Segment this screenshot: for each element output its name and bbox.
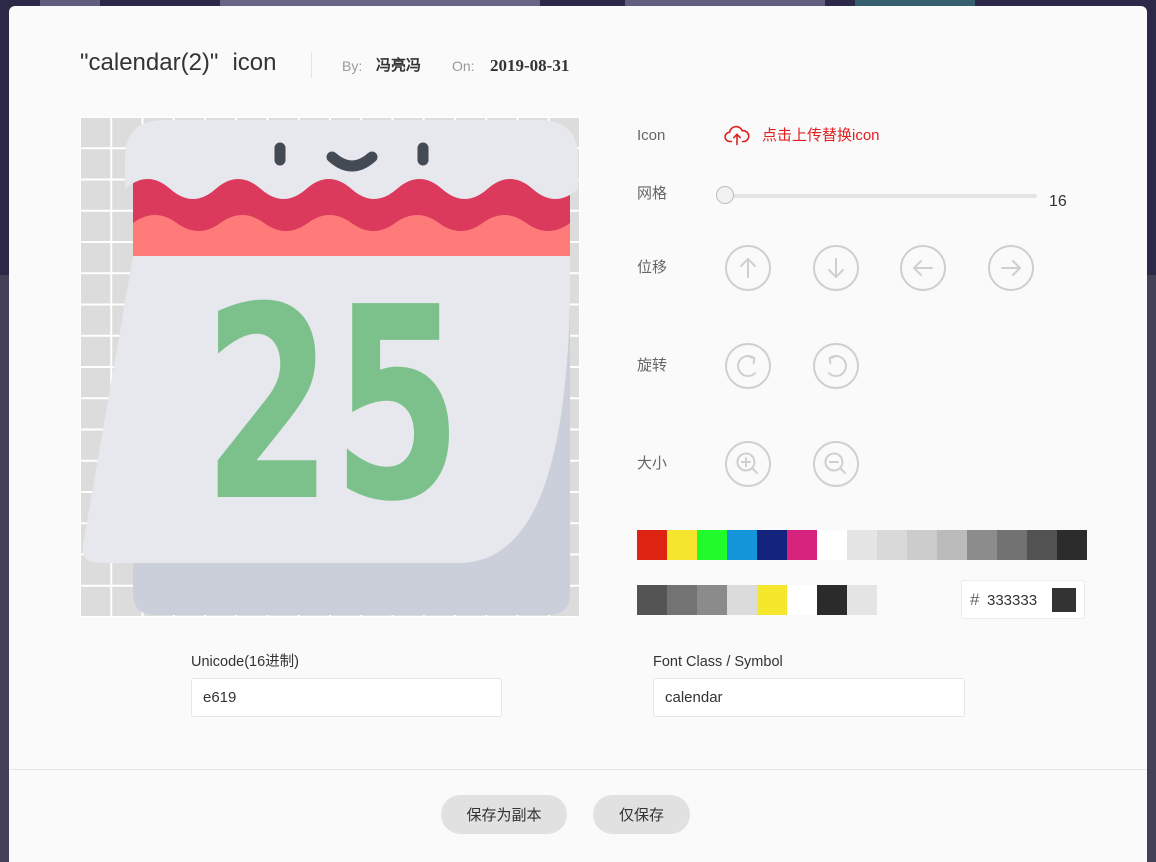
arrow-down-icon [813, 245, 859, 291]
save-as-copy-button[interactable]: 保存为副本 [441, 795, 567, 834]
color-swatch[interactable] [787, 585, 817, 615]
icon-edit-dialog: "calendar(2)" icon By: 冯亮冯 On: 2019-08-3… [9, 6, 1147, 862]
color-swatch[interactable] [637, 530, 667, 560]
zoom-in-button[interactable] [725, 441, 771, 487]
header-divider [311, 52, 312, 78]
grid-slider-track[interactable] [718, 194, 1037, 198]
move-left-button[interactable] [900, 245, 946, 291]
move-up-button[interactable] [725, 245, 771, 291]
calendar-icon: 25 [82, 120, 578, 615]
color-swatch[interactable] [757, 585, 787, 615]
zoom-out-button[interactable] [813, 441, 859, 487]
color-swatch[interactable] [667, 585, 697, 615]
grid-label: 网格 [637, 185, 668, 202]
icon-name: "calendar(2)" [80, 49, 219, 76]
move-right-button[interactable] [988, 245, 1034, 291]
color-swatch[interactable] [847, 530, 877, 560]
color-swatch[interactable] [1057, 530, 1087, 560]
icon-label: Icon [637, 127, 666, 144]
color-swatch[interactable] [817, 585, 847, 615]
color-swatch[interactable] [787, 530, 817, 560]
color-preview-swatch [1052, 588, 1076, 612]
rotate-left-icon [813, 343, 859, 389]
color-swatch[interactable] [847, 585, 877, 615]
color-swatch[interactable] [967, 530, 997, 560]
icon-canvas[interactable]: 25 [80, 117, 580, 617]
color-swatch[interactable] [1027, 530, 1057, 560]
grid-value: 16 [1049, 193, 1067, 210]
move-down-button[interactable] [813, 245, 859, 291]
color-swatch[interactable] [727, 585, 757, 615]
save-only-button[interactable]: 仅保存 [593, 795, 690, 834]
rotate-right-button[interactable] [725, 343, 771, 389]
color-swatch[interactable] [637, 585, 667, 615]
color-swatch[interactable] [997, 530, 1027, 560]
rotate-left-button[interactable] [813, 343, 859, 389]
unicode-input[interactable] [191, 678, 502, 717]
by-label: By: [342, 58, 363, 74]
title-suffix: icon [232, 49, 277, 76]
rotate-label: 旋转 [637, 357, 668, 374]
color-swatch[interactable] [817, 530, 847, 560]
color-swatch[interactable] [907, 530, 937, 560]
page-title: "calendar(2)" icon [80, 48, 276, 78]
palette-row-recent [637, 585, 877, 615]
size-label: 大小 [637, 455, 668, 472]
color-swatch[interactable] [697, 530, 727, 560]
color-swatch[interactable] [727, 530, 757, 560]
hex-prefix: # [970, 590, 980, 609]
font-class-input[interactable] [653, 678, 965, 717]
zoom-in-icon [725, 441, 771, 487]
arrow-left-icon [900, 245, 946, 291]
upload-replace-link[interactable]: 点击上传替换icon [762, 126, 880, 146]
rotate-right-icon [725, 343, 771, 389]
on-label: On: [452, 58, 475, 74]
move-label: 位移 [637, 259, 668, 276]
palette-row-preset [637, 530, 1087, 560]
arrow-up-icon [725, 245, 771, 291]
author-name: 冯亮冯 [376, 57, 422, 74]
font-class-label: Font Class / Symbol [653, 654, 783, 670]
color-swatch[interactable] [877, 530, 907, 560]
zoom-out-icon [813, 441, 859, 487]
upload-date: 2019-08-31 [490, 56, 570, 75]
color-swatch[interactable] [697, 585, 727, 615]
hex-value: 333333 [987, 592, 1038, 609]
color-swatch[interactable] [757, 530, 787, 560]
cloud-upload-icon[interactable] [724, 124, 750, 146]
unicode-label: Unicode(16进制) [191, 654, 299, 670]
footer-divider [9, 769, 1147, 770]
color-swatch[interactable] [667, 530, 697, 560]
icon-number: 25 [203, 250, 462, 560]
grid-slider-thumb[interactable] [716, 186, 734, 204]
arrow-right-icon [988, 245, 1034, 291]
hex-color-input[interactable]: # 333333 [961, 580, 1085, 619]
color-swatch[interactable] [937, 530, 967, 560]
